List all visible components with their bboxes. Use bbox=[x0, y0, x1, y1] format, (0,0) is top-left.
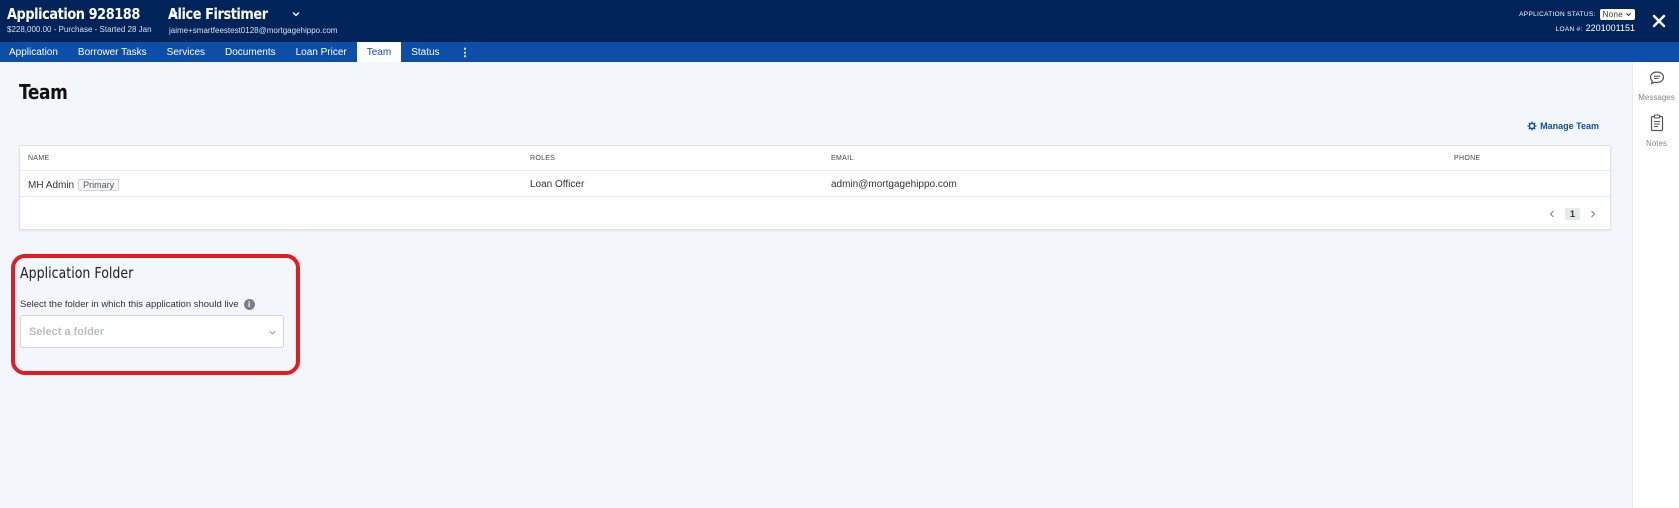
header-bar: Application 928188 $228,000.00 - Purchas… bbox=[0, 0, 1679, 42]
column-header-email: EMAIL bbox=[831, 155, 854, 162]
member-name-cell: MH Admin Primary bbox=[28, 179, 120, 191]
loan-number: 2201001151 bbox=[1585, 23, 1635, 33]
page-title: Team bbox=[19, 80, 68, 104]
more-menu-icon[interactable]: ⋮ bbox=[450, 42, 481, 62]
loan-label: LOAN #: bbox=[1555, 26, 1583, 33]
tab-services[interactable]: Services bbox=[157, 42, 215, 62]
messages-button[interactable]: Messages bbox=[1633, 70, 1679, 102]
folder-section-title: Application Folder bbox=[20, 264, 134, 282]
status-select[interactable]: None bbox=[1599, 9, 1635, 20]
messages-label: Messages bbox=[1638, 93, 1675, 102]
chevron-down-icon bbox=[269, 330, 276, 335]
borrower-dropdown[interactable]: Alice Firstimer bbox=[168, 5, 302, 23]
clipboard-icon bbox=[1650, 114, 1663, 132]
team-table: NAME ROLES EMAIL PHONE MH Admin Primary L… bbox=[19, 145, 1611, 230]
member-email: admin@mortgagehippo.com bbox=[831, 179, 957, 190]
primary-badge: Primary bbox=[78, 179, 120, 191]
tab-status[interactable]: Status bbox=[401, 42, 449, 62]
borrower-email: jaime+smartfeestest0128@mortgagehippo.co… bbox=[169, 26, 338, 35]
status-area: APPLICATION STATUS: None LOAN #: 22010011… bbox=[1519, 9, 1635, 33]
close-icon[interactable] bbox=[1649, 11, 1669, 31]
application-title-dropdown[interactable]: Application 928188 bbox=[7, 5, 180, 23]
column-header-roles: ROLES bbox=[530, 155, 556, 162]
table-row[interactable]: MH Admin Primary Loan Officer admin@mortg… bbox=[20, 171, 1610, 197]
folder-select[interactable]: Select a folder bbox=[20, 315, 284, 348]
column-header-phone: PHONE bbox=[1454, 155, 1481, 162]
page-number[interactable]: 1 bbox=[1564, 208, 1580, 220]
folder-label-text: Select the folder in which this applicat… bbox=[20, 299, 239, 310]
folder-label: Select the folder in which this applicat… bbox=[20, 299, 255, 310]
folder-select-placeholder: Select a folder bbox=[29, 326, 105, 338]
gear-icon bbox=[1527, 121, 1537, 131]
member-name: MH Admin bbox=[28, 180, 75, 191]
tab-application[interactable]: Application bbox=[0, 42, 68, 62]
chevron-down-icon bbox=[292, 12, 300, 17]
status-value: None bbox=[1602, 10, 1623, 19]
chevron-right-icon[interactable] bbox=[1588, 209, 1598, 219]
right-rail: Messages Notes bbox=[1632, 62, 1679, 508]
chat-bubble-icon bbox=[1649, 71, 1664, 85]
tab-documents[interactable]: Documents bbox=[215, 42, 286, 62]
application-summary: $228,000.00 - Purchase - Started 28 Jan bbox=[7, 25, 152, 34]
nav-tabs: Application Borrower Tasks Services Docu… bbox=[0, 42, 1679, 62]
chevron-left-icon[interactable] bbox=[1547, 209, 1557, 219]
notes-label: Notes bbox=[1646, 139, 1667, 148]
member-role: Loan Officer bbox=[530, 179, 585, 190]
manage-team-label: Manage Team bbox=[1540, 121, 1599, 131]
status-label: APPLICATION STATUS: bbox=[1519, 11, 1596, 18]
manage-team-button[interactable]: Manage Team bbox=[1527, 121, 1599, 131]
tab-team[interactable]: Team bbox=[356, 42, 402, 62]
pagination: 1 bbox=[1547, 208, 1598, 220]
table-header: NAME ROLES EMAIL PHONE bbox=[20, 146, 1610, 171]
notes-button[interactable]: Notes bbox=[1633, 114, 1679, 148]
info-icon[interactable]: i bbox=[243, 299, 255, 310]
tab-borrower-tasks[interactable]: Borrower Tasks bbox=[68, 42, 157, 62]
application-title: Application 928188 bbox=[7, 5, 140, 23]
chevron-down-icon bbox=[1625, 12, 1632, 17]
column-header-name: NAME bbox=[28, 155, 50, 162]
borrower-name: Alice Firstimer bbox=[168, 5, 268, 23]
tab-loan-pricer[interactable]: Loan Pricer bbox=[286, 42, 357, 62]
